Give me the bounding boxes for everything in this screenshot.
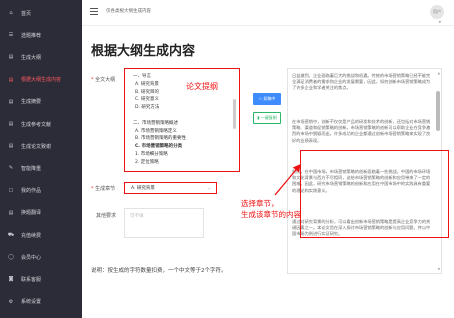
sidebar-item-label: 生成论文致谢 bbox=[21, 143, 52, 150]
doc-icon: ▤ bbox=[8, 121, 14, 127]
sidebar: ⌂ 首页 ☰ 选题推荐 ▤ 生成大纲 ▤ 根据大纲生成内容 ▤ 生成摘要 ▤ 生成参考文献 ▤ 生成论文致… bbox=[0, 0, 82, 318]
content-paragraph: 在市场营销中，创新不仅仅是产品的研发和技术的创新，还包括对市场营销策略、渠道和促… bbox=[292, 119, 431, 143]
sidebar-item[interactable]: ▤ 生成论文致谢 bbox=[0, 138, 82, 154]
scrollbar[interactable] bbox=[233, 99, 236, 129]
outline-line: D. 研究方法 bbox=[135, 105, 160, 111]
doc-icon: ▤ bbox=[8, 54, 14, 61]
sidebar-item[interactable]: ⛟ 充值续费 bbox=[0, 227, 82, 243]
outline-line: A. 研究背景 bbox=[135, 81, 159, 87]
scrollbar[interactable] bbox=[436, 91, 440, 131]
sidebar-item[interactable]: ▤ 生成参考文献 bbox=[0, 116, 82, 132]
chevron-down-icon[interactable]: ▼ bbox=[439, 20, 441, 24]
highlight-box bbox=[300, 150, 449, 238]
service-icon: ◙ bbox=[8, 276, 14, 283]
edit-icon: ✎ bbox=[8, 165, 14, 172]
sidebar-item-label: 我的作品 bbox=[21, 188, 42, 195]
requirement-textarea[interactable]: 可不填 bbox=[124, 208, 204, 238]
sidebar-item-label: 充值续费 bbox=[21, 232, 42, 239]
outline-line: C. 市场营销策略的分类 bbox=[135, 144, 183, 150]
sidebar-item-label: 生成摘要 bbox=[21, 99, 42, 106]
sidebar-item-label: 生成大纲 bbox=[21, 54, 42, 61]
page-title: 根据大纲生成内容 bbox=[91, 44, 196, 59]
sidebar-item-label: 选题推荐 bbox=[21, 32, 42, 39]
sidebar-item-label: 根据大纲生成内容 bbox=[21, 77, 62, 84]
sidebar-item[interactable]: ⌂ 首页 bbox=[0, 5, 82, 21]
doc-icon: ▤ bbox=[8, 209, 14, 216]
outline-label: * 全文大纲 bbox=[91, 77, 116, 83]
chapter-value: A. 研究背景 bbox=[131, 186, 155, 191]
doc-icon: ▤ bbox=[8, 143, 14, 150]
sidebar-item-label: 智能降重 bbox=[21, 165, 42, 172]
outline-line: A. 市场营销策略定义 bbox=[135, 128, 177, 134]
generate-button[interactable]: ☆ 如稿中 bbox=[253, 93, 281, 105]
gift-icon: ☐ bbox=[8, 187, 14, 194]
content-paragraph: 日益激烈，企业面临着巨大的挑战和机遇。传统的市场营销策略已经不能完全满足消费者的… bbox=[292, 73, 431, 91]
user-icon: ◯ bbox=[8, 254, 14, 261]
requirement-label: 其他要求 bbox=[96, 213, 117, 219]
sidebar-item[interactable]: ◙ 联系客服 bbox=[0, 271, 82, 287]
sidebar-item[interactable]: ▤ 生成摘要 bbox=[0, 94, 82, 110]
pricing-note: 说明：按生成的字符数量扣费，一个中文等于2个字符。 bbox=[91, 268, 227, 274]
sidebar-item[interactable]: ▤ 根据大纲生成内容 bbox=[0, 72, 82, 88]
outline-line: 一、导言 bbox=[133, 74, 151, 79]
gear-icon: ⚙ bbox=[8, 298, 14, 305]
sidebar-item-label: 会员中心 bbox=[21, 254, 42, 261]
list-icon: ☰ bbox=[8, 32, 14, 39]
chapter-annotation: 选择章节， bbox=[241, 199, 279, 208]
scroll-up-icon[interactable]: ▲ bbox=[438, 71, 440, 75]
sidebar-item[interactable]: ⚙ 系统设置 bbox=[0, 294, 82, 310]
sidebar-item-label: 换题翻译 bbox=[21, 210, 42, 217]
sidebar-item[interactable]: ☐ 我的作品 bbox=[0, 183, 82, 199]
sidebar-item-label: 系统设置 bbox=[21, 299, 42, 306]
chapter-select[interactable]: A. 研究背景 ⌄ bbox=[124, 182, 217, 194]
doc-icon: ▤ bbox=[8, 76, 14, 83]
chevron-down-icon: ⌄ bbox=[207, 185, 211, 190]
avatar[interactable]: 用户 bbox=[430, 5, 444, 19]
home-icon: ⌂ bbox=[9, 10, 13, 16]
requirement-placeholder: 可不填 bbox=[130, 214, 144, 219]
menu-icon[interactable] bbox=[90, 8, 98, 15]
sidebar-item-label: 联系客服 bbox=[21, 276, 42, 283]
outline-line: 2. 定位策略 bbox=[135, 159, 159, 165]
scroll-down-icon[interactable]: ▼ bbox=[438, 267, 440, 271]
arrow-icon bbox=[274, 164, 301, 196]
cart-icon: ⛟ bbox=[7, 231, 15, 238]
copy-button[interactable]: ▮ 一键复制 bbox=[253, 112, 281, 124]
outline-line: B. 市场营销策略的重要性 bbox=[135, 136, 186, 142]
doc-icon: ▤ bbox=[8, 98, 14, 105]
outline-textarea[interactable]: 一、导言 A. 研究背景 B. 研究目的 C. 研究意义 D. 研究方法二、市场营销策略… bbox=[124, 68, 240, 172]
top-bar: 仅各类根大纲生成内容 用户 ▼ bbox=[82, 0, 454, 26]
outline-line: 1. 市场细分策略 bbox=[135, 152, 168, 157]
sidebar-item[interactable]: ☰ 选题推荐 bbox=[0, 27, 82, 43]
outline-line: C. 研究意义 bbox=[135, 97, 160, 103]
sidebar-item-label: 首页 bbox=[21, 10, 32, 17]
breadcrumb: 仅各类根大纲生成内容 bbox=[106, 9, 151, 14]
chapter-label: * 生成章节 bbox=[91, 186, 116, 192]
chapter-annotation: 生成该章节的内容 bbox=[241, 210, 301, 219]
outline-line: B. 研究目的 bbox=[135, 89, 159, 95]
outline-annotation: 论文提纲 bbox=[186, 82, 218, 91]
sidebar-item-label: 生成参考文献 bbox=[21, 121, 52, 128]
outline-line: 二、市场营销策略概述 bbox=[133, 120, 178, 126]
sidebar-item[interactable]: ◯ 会员中心 bbox=[0, 249, 82, 265]
sidebar-item[interactable]: ▤ 换题翻译 bbox=[0, 205, 82, 221]
sidebar-item[interactable]: ✎ 智能降重 bbox=[0, 160, 82, 176]
sidebar-item[interactable]: ▤ 生成大纲 bbox=[0, 49, 82, 65]
